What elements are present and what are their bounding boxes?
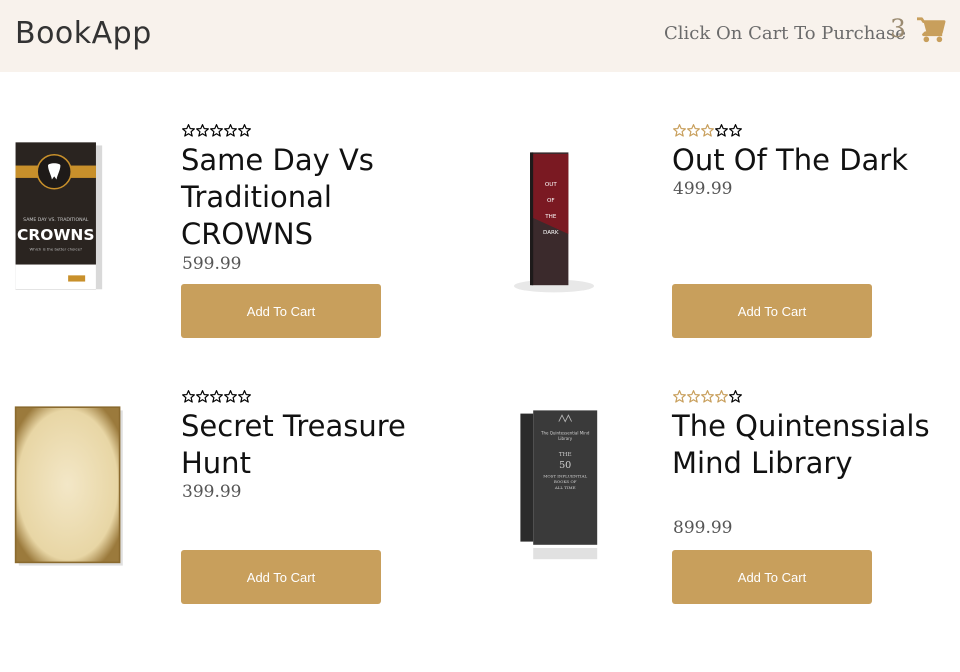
star-empty-icon: [210, 390, 223, 403]
book-card: The Quintessential Mind Library THE 50 M…: [506, 388, 960, 618]
svg-text:Library: Library: [558, 436, 573, 441]
book-cover-image: The Quintessential Mind Library THE 50 M…: [520, 410, 598, 560]
book-title: Same Day Vs Traditional CROWNS: [181, 143, 374, 251]
app-title: BookApp: [15, 16, 152, 51]
shopping-cart-icon[interactable]: [916, 16, 946, 44]
book-title: Out Of The Dark: [672, 143, 909, 177]
star-empty-icon: [729, 124, 742, 137]
rating-stars: [182, 390, 251, 403]
rating-stars: [673, 390, 742, 403]
star-empty-icon: [224, 390, 237, 403]
svg-text:SAME DAY VS. TRADITIONAL: SAME DAY VS. TRADITIONAL: [23, 217, 89, 223]
svg-text:50: 50: [559, 460, 571, 471]
book-price: 899.99: [673, 518, 733, 538]
star-empty-icon: [210, 124, 223, 137]
book-title: Secret Treasure Hunt: [181, 409, 406, 480]
star-filled-icon: [673, 390, 686, 403]
svg-text:DARK: DARK: [543, 230, 559, 236]
star-empty-icon: [182, 390, 195, 403]
add-to-cart-button[interactable]: Add To Cart: [672, 284, 872, 338]
add-to-cart-button[interactable]: Add To Cart: [181, 284, 381, 338]
svg-text:CROWNS: CROWNS: [17, 226, 95, 244]
svg-text:The Quintessential Mind: The Quintessential Mind: [540, 430, 590, 435]
book-price: 499.99: [673, 179, 733, 199]
star-empty-icon: [196, 124, 209, 137]
cart-count-badge: 3: [890, 14, 906, 43]
svg-text:Which is the better choice?: Which is the better choice?: [29, 247, 82, 252]
book-cover-image: SAME DAY VS. TRADITIONAL CROWNS Which is…: [15, 142, 103, 290]
book-cover-image: [14, 406, 123, 566]
svg-text:THE: THE: [559, 452, 572, 458]
book-card: OUT OF THE DARK Out Of The Dark 499.99 A…: [506, 122, 960, 352]
book-cover-image: OUT OF THE DARK: [514, 152, 594, 293]
book-card: Secret Treasure Hunt 399.99 Add To Cart: [14, 388, 474, 618]
top-bar: BookApp Click On Cart To Purchase 3: [0, 0, 960, 72]
star-filled-icon: [715, 390, 728, 403]
svg-text:OUT: OUT: [545, 182, 557, 188]
star-empty-icon: [224, 124, 237, 137]
svg-text:BOOKS OF: BOOKS OF: [554, 479, 577, 484]
star-empty-icon: [182, 124, 195, 137]
svg-text:MOST INFLUENTIAL: MOST INFLUENTIAL: [543, 474, 587, 479]
svg-text:ALL TIME: ALL TIME: [554, 485, 576, 490]
cart-hint: Click On Cart To Purchase: [664, 23, 906, 44]
star-filled-icon: [687, 124, 700, 137]
rating-stars: [673, 124, 742, 137]
star-filled-icon: [673, 124, 686, 137]
star-filled-icon: [701, 390, 714, 403]
star-empty-icon: [238, 124, 251, 137]
book-card: SAME DAY VS. TRADITIONAL CROWNS Which is…: [14, 122, 474, 352]
add-to-cart-button[interactable]: Add To Cart: [181, 550, 381, 604]
svg-text:THE: THE: [544, 214, 557, 220]
star-empty-icon: [715, 124, 728, 137]
star-empty-icon: [196, 390, 209, 403]
star-empty-icon: [238, 390, 251, 403]
rating-stars: [182, 124, 251, 137]
book-title: The Quintenssials Mind Library: [672, 409, 930, 480]
book-price: 399.99: [182, 482, 242, 502]
add-to-cart-button[interactable]: Add To Cart: [672, 550, 872, 604]
book-price: 599.99: [182, 254, 242, 274]
star-filled-icon: [701, 124, 714, 137]
star-filled-icon: [687, 390, 700, 403]
star-empty-icon: [729, 390, 742, 403]
svg-text:OF: OF: [547, 198, 555, 204]
